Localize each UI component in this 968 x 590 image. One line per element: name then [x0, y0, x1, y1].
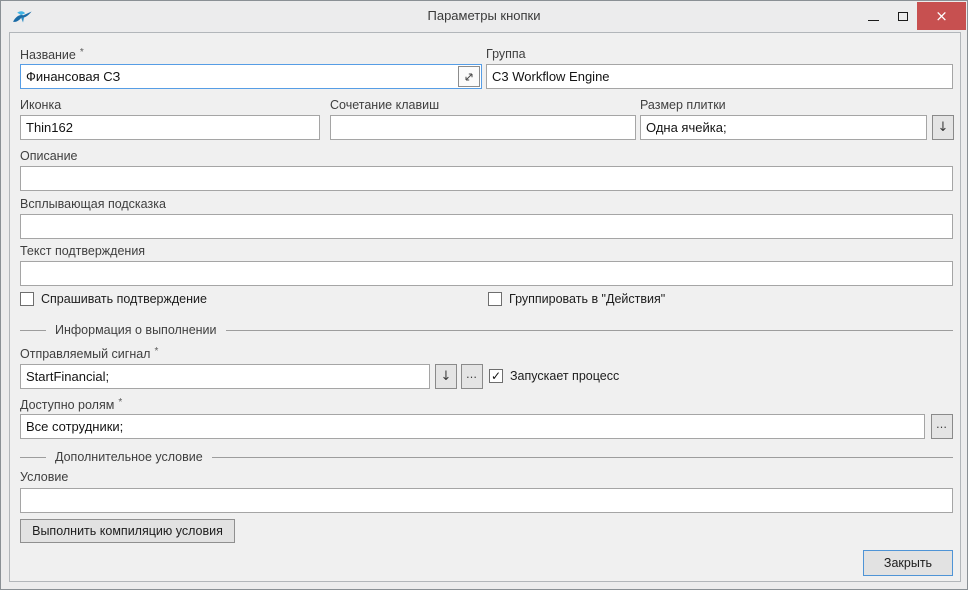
name-input[interactable]: [21, 65, 458, 88]
description-input[interactable]: [20, 166, 953, 191]
dialog-window: Параметры кнопки × Название*: [0, 0, 968, 590]
checkbox-box: [488, 292, 502, 306]
execution-section-title: Информация о выполнении: [55, 323, 217, 337]
ellipsis-icon: …: [466, 368, 478, 381]
signal-ellipsis-button[interactable]: …: [461, 364, 483, 389]
starts-process-label: Запускает процесс: [510, 369, 619, 383]
shortcut-label: Сочетание клавиш: [330, 98, 439, 112]
close-button[interactable]: ×: [917, 2, 966, 30]
group-input[interactable]: [486, 64, 953, 89]
condition-section-header: Дополнительное условие: [20, 450, 953, 464]
tooltip-input[interactable]: [20, 214, 953, 239]
name-required-mark: *: [80, 47, 84, 58]
ellipsis-icon: …: [936, 418, 948, 431]
tooltip-label: Всплывающая подсказка: [20, 197, 166, 211]
arrow-down-icon: ↓: [441, 369, 452, 384]
checkbox-box: [20, 292, 34, 306]
group-actions-label: Группировать в "Действия": [509, 292, 665, 306]
signal-dropdown-button[interactable]: ↓: [435, 364, 457, 389]
execution-section-header: Информация о выполнении: [20, 323, 953, 337]
checkmark-icon: ✓: [491, 370, 501, 382]
group-actions-checkbox[interactable]: Группировать в "Действия": [488, 292, 665, 306]
description-label: Описание: [20, 149, 78, 163]
icon-label: Иконка: [20, 98, 61, 112]
confirm-text-label: Текст подтверждения: [20, 244, 145, 258]
arrow-down-icon: ↓: [938, 120, 949, 135]
roles-label: Доступно ролям*: [20, 397, 122, 412]
close-icon: ×: [935, 9, 948, 24]
icon-input[interactable]: [20, 115, 320, 140]
name-label: Название*: [20, 47, 84, 62]
signal-input[interactable]: [20, 364, 430, 389]
roles-required-mark: *: [118, 397, 122, 408]
checkbox-box: ✓: [489, 369, 503, 383]
ask-confirmation-checkbox[interactable]: Спрашивать подтверждение: [20, 292, 207, 306]
signal-label: Отправляемый сигнал*: [20, 346, 158, 361]
diagonal-resize-icon: [463, 71, 475, 83]
window-controls: ×: [859, 2, 966, 30]
condition-label: Условие: [20, 470, 68, 484]
condition-input[interactable]: [20, 488, 953, 513]
maximize-button[interactable]: [888, 2, 917, 30]
separator-line: [20, 457, 46, 458]
separator-line: [226, 330, 953, 331]
name-expand-button[interactable]: [458, 66, 480, 87]
condition-section-title: Дополнительное условие: [55, 450, 203, 464]
shortcut-input[interactable]: [330, 115, 636, 140]
close-dialog-button[interactable]: Закрыть: [863, 550, 953, 576]
window-title: Параметры кнопки: [1, 8, 967, 23]
tile-size-dropdown-button[interactable]: ↓: [932, 115, 954, 140]
titlebar: Параметры кнопки ×: [1, 1, 967, 31]
separator-line: [20, 330, 46, 331]
minimize-button[interactable]: [859, 2, 888, 30]
name-field-wrapper: [20, 64, 482, 89]
group-label: Группа: [486, 47, 526, 61]
maximize-icon: [898, 12, 908, 21]
tile-size-label: Размер плитки: [640, 98, 726, 112]
starts-process-checkbox[interactable]: ✓ Запускает процесс: [489, 369, 619, 383]
signal-required-mark: *: [154, 346, 158, 357]
confirm-text-input[interactable]: [20, 261, 953, 286]
ask-confirmation-label: Спрашивать подтверждение: [41, 292, 207, 306]
roles-input[interactable]: [20, 414, 925, 439]
content-panel: Название* Группа Иконка Сочетание клавиш…: [9, 32, 961, 582]
compile-condition-button[interactable]: Выполнить компиляцию условия: [20, 519, 235, 543]
roles-ellipsis-button[interactable]: …: [931, 414, 953, 439]
minimize-icon: [868, 20, 879, 21]
tile-size-input[interactable]: [640, 115, 927, 140]
separator-line: [212, 457, 953, 458]
